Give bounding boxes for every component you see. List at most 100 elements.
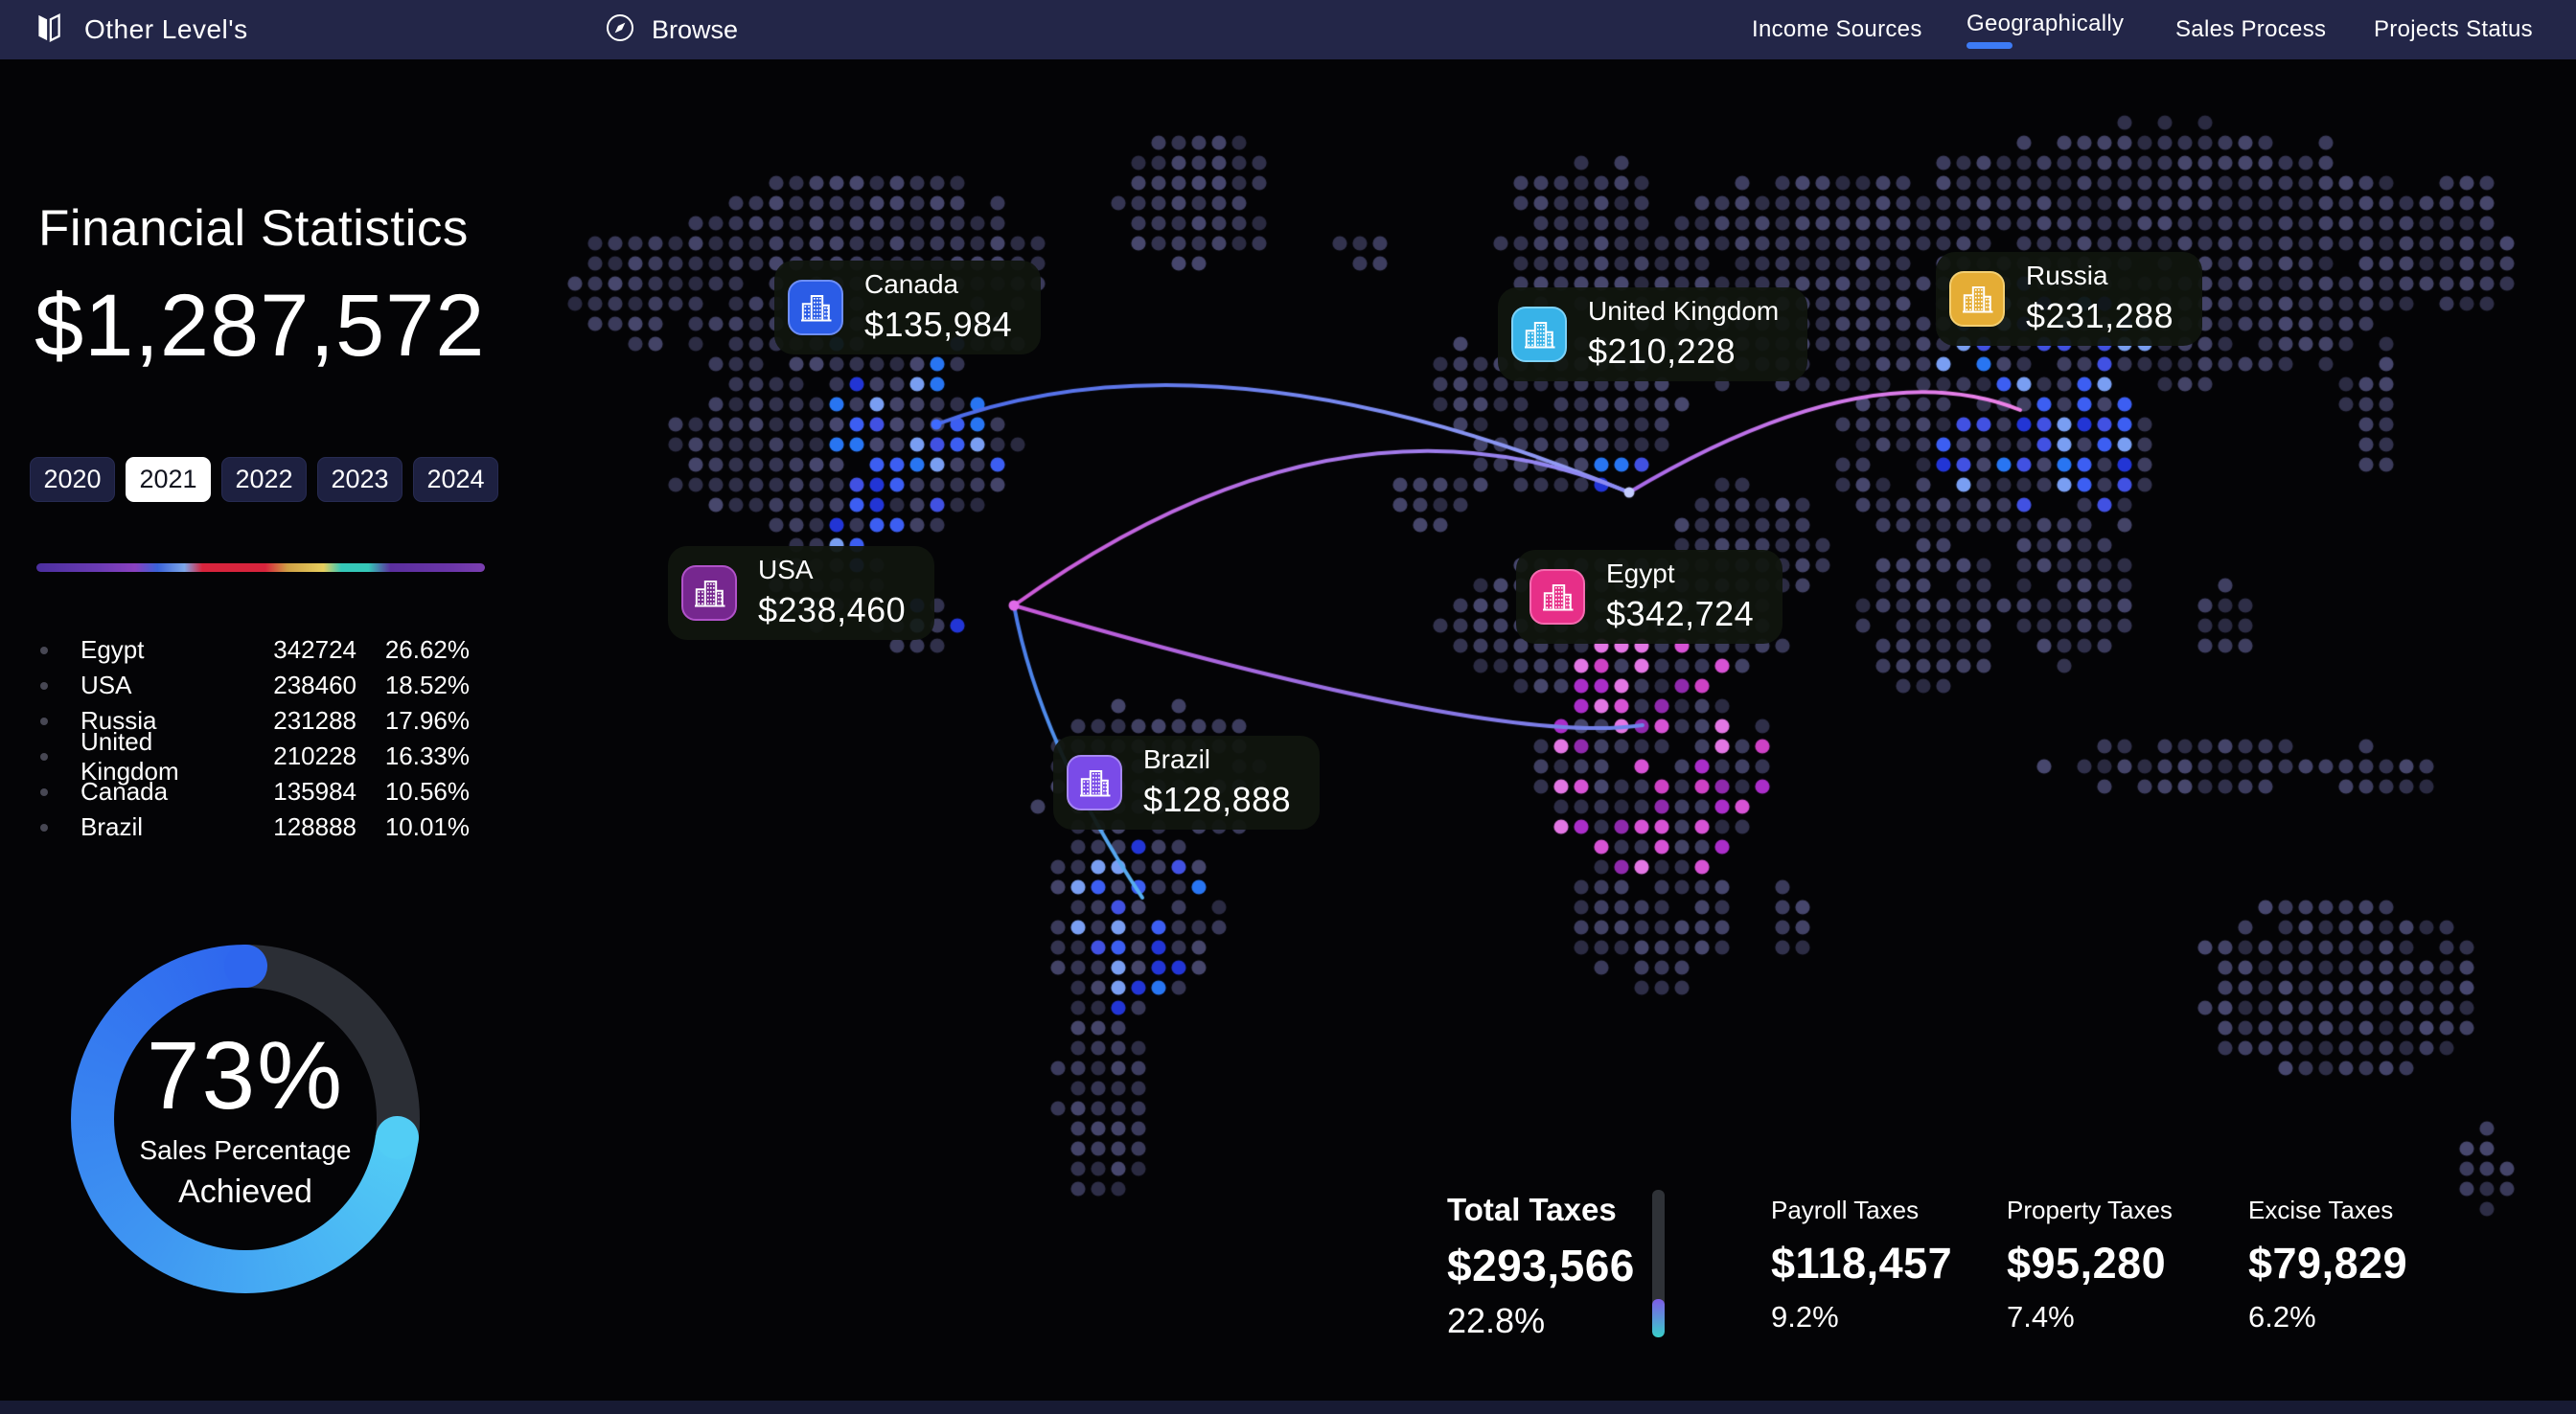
table-row: Brazil 128888 10.01% (36, 810, 470, 845)
tax-value: $79,829 (2248, 1239, 2407, 1289)
buildings-icon (1067, 755, 1122, 810)
tax-value: $95,280 (2007, 1239, 2173, 1289)
buildings-icon (681, 565, 737, 621)
country-distribution-gradient-bar (36, 563, 485, 572)
country-value: 135984 (237, 777, 356, 807)
top-navigation-bar: Other Level's Browse Income Sources Geog… (0, 0, 2576, 59)
buildings-icon (788, 280, 843, 335)
dashboard: Other Level's Browse Income Sources Geog… (0, 0, 2576, 1414)
buildings-icon (1530, 569, 1585, 625)
total-taxes-label: Total Taxes (1447, 1192, 1635, 1228)
taxes-progress-fill (1652, 1299, 1665, 1337)
callout-country: United Kingdom (1588, 297, 1779, 327)
row-bullet (40, 824, 48, 832)
nav-label: Income Sources (1752, 16, 1922, 43)
table-row: Egypt 342724 26.62% (36, 632, 470, 668)
country-pct: 10.01% (356, 812, 470, 842)
year-tab-2020[interactable]: 2020 (30, 457, 115, 502)
callout-country: Brazil (1143, 745, 1291, 775)
country-name: Egypt (80, 635, 237, 665)
callout-value: $342,724 (1606, 594, 1754, 634)
browse-label: Browse (652, 15, 738, 45)
buildings-icon (1949, 271, 2005, 327)
country-value: 128888 (237, 812, 356, 842)
tax-label: Excise Taxes (2248, 1196, 2407, 1225)
country-name: USA (80, 671, 237, 700)
callout-country: Egypt (1606, 559, 1754, 589)
year-tabs: 2020 2021 2022 2023 2024 (30, 457, 498, 502)
gauge-text: 73% Sales Percentage Achieved (71, 945, 420, 1293)
table-row: USA 238460 18.52% (36, 668, 470, 703)
tax-label: Property Taxes (2007, 1196, 2173, 1225)
map-callout-egypt[interactable]: Egypt $342,724 (1516, 550, 1782, 644)
nav-sales-process[interactable]: Sales Process (2175, 0, 2326, 59)
row-bullet (40, 788, 48, 796)
year-tab-2023[interactable]: 2023 (317, 457, 402, 502)
browse-button[interactable]: Browse (604, 0, 738, 59)
payroll-taxes: Payroll Taxes $118,457 9.2% (1771, 1196, 1952, 1334)
country-name: Brazil (80, 812, 237, 842)
callout-country: Canada (864, 270, 1012, 300)
nav-label: Sales Process (2175, 16, 2326, 43)
total-taxes-value: $293,566 (1447, 1240, 1635, 1291)
callout-value: $128,888 (1143, 780, 1291, 820)
map-callout-russia[interactable]: Russia $231,288 (1936, 252, 2202, 346)
total-taxes: Total Taxes $293,566 22.8% (1447, 1192, 1635, 1341)
year-tab-2022[interactable]: 2022 (221, 457, 307, 502)
table-row: Canada 135984 10.56% (36, 774, 470, 810)
country-pct: 26.62% (356, 635, 470, 665)
nav-projects-status[interactable]: Projects Status (2374, 0, 2533, 59)
country-value: 210228 (237, 741, 356, 771)
country-pct: 10.56% (356, 777, 470, 807)
sales-gauge: 73% Sales Percentage Achieved (71, 945, 420, 1293)
row-bullet (40, 753, 48, 761)
row-bullet (40, 647, 48, 654)
row-bullet (40, 718, 48, 725)
page-title: Financial Statistics (38, 199, 469, 258)
callout-value: $231,288 (2026, 296, 2174, 336)
gauge-caption-line1: Sales Percentage (139, 1135, 351, 1166)
active-tab-underline (1966, 42, 2012, 49)
map-callout-united-kingdom[interactable]: United Kingdom $210,228 (1498, 287, 1807, 381)
total-taxes-pct: 22.8% (1447, 1301, 1635, 1341)
country-pct: 18.52% (356, 671, 470, 700)
callout-country: USA (758, 556, 906, 585)
callout-value: $238,460 (758, 590, 906, 630)
taxes-progress-bar (1652, 1190, 1665, 1337)
bottom-accent-strip (0, 1401, 2576, 1414)
gauge-percent: 73% (147, 1028, 344, 1124)
brand-home-link[interactable]: Other Level's (34, 0, 248, 59)
year-tab-2024[interactable]: 2024 (413, 457, 498, 502)
nav-label: Geographically (1966, 11, 2124, 37)
brand-name: Other Level's (84, 14, 248, 45)
country-value: 231288 (237, 706, 356, 736)
tax-value: $118,457 (1771, 1239, 1952, 1289)
property-taxes: Property Taxes $95,280 7.4% (2007, 1196, 2173, 1334)
country-value: 238460 (237, 671, 356, 700)
nav-label: Projects Status (2374, 16, 2533, 43)
country-pct: 16.33% (356, 741, 470, 771)
table-row: United Kingdom 210228 16.33% (36, 739, 470, 774)
total-amount: $1,287,572 (34, 276, 485, 376)
country-value: 342724 (237, 635, 356, 665)
country-name: Canada (80, 777, 237, 807)
callout-value: $135,984 (864, 305, 1012, 345)
gauge-caption-line2: Achieved (178, 1174, 312, 1211)
tax-label: Payroll Taxes (1771, 1196, 1952, 1225)
callout-country: Russia (2026, 262, 2174, 291)
nav-geographically[interactable]: Geographically (1966, 0, 2124, 59)
tax-pct: 6.2% (2248, 1300, 2407, 1334)
map-callout-canada[interactable]: Canada $135,984 (774, 261, 1041, 354)
country-table: Egypt 342724 26.62% USA 238460 18.52% Ru… (36, 632, 470, 845)
tax-pct: 7.4% (2007, 1300, 2173, 1334)
nav-income-sources[interactable]: Income Sources (1752, 0, 1922, 59)
year-tab-2021[interactable]: 2021 (126, 457, 211, 502)
row-bullet (40, 682, 48, 690)
country-pct: 17.96% (356, 706, 470, 736)
buildings-icon (1511, 307, 1567, 362)
map-callout-usa[interactable]: USA $238,460 (668, 546, 934, 640)
excise-taxes: Excise Taxes $79,829 6.2% (2248, 1196, 2407, 1334)
brand-logo-icon (34, 11, 63, 50)
tax-pct: 9.2% (1771, 1300, 1952, 1334)
map-callout-brazil[interactable]: Brazil $128,888 (1053, 736, 1320, 830)
